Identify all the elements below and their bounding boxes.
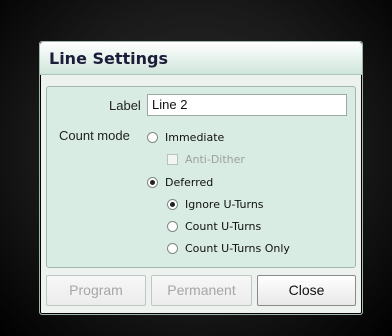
radio-deferred-indicator[interactable] xyxy=(147,177,158,188)
radio-ignore-uturns-indicator[interactable] xyxy=(167,199,178,210)
radio-count-uturns-label: Count U-Turns xyxy=(185,220,262,233)
radio-deferred-label: Deferred xyxy=(165,176,214,189)
dialog-title: Line Settings xyxy=(49,49,169,68)
line-settings-dialog: Line Settings Label Line 2 Count mode Im… xyxy=(39,41,363,315)
radio-immediate-indicator[interactable] xyxy=(147,132,158,143)
checkbox-anti-dither-box xyxy=(167,154,178,165)
radio-ignore-uturns-label: Ignore U-Turns xyxy=(185,198,264,211)
program-button: Program xyxy=(46,275,146,306)
checkbox-anti-dither-label: Anti-Dither xyxy=(185,153,245,166)
permanent-button: Permanent xyxy=(151,275,252,306)
radio-count-uturns-indicator[interactable] xyxy=(167,221,178,232)
label-input[interactable]: Line 2 xyxy=(147,94,347,116)
radio-immediate-label: Immediate xyxy=(165,131,225,144)
radio-count-uturns-only-label: Count U-Turns Only xyxy=(185,242,290,255)
count-mode-caption: Count mode xyxy=(59,128,130,143)
settings-panel: Label Line 2 Count mode Immediate Anti-D… xyxy=(46,86,356,268)
dialog-titlebar: Line Settings xyxy=(40,42,362,75)
radio-count-uturns-only-indicator[interactable] xyxy=(167,243,178,254)
close-button[interactable]: Close xyxy=(257,275,356,306)
label-caption: Label xyxy=(109,98,141,113)
